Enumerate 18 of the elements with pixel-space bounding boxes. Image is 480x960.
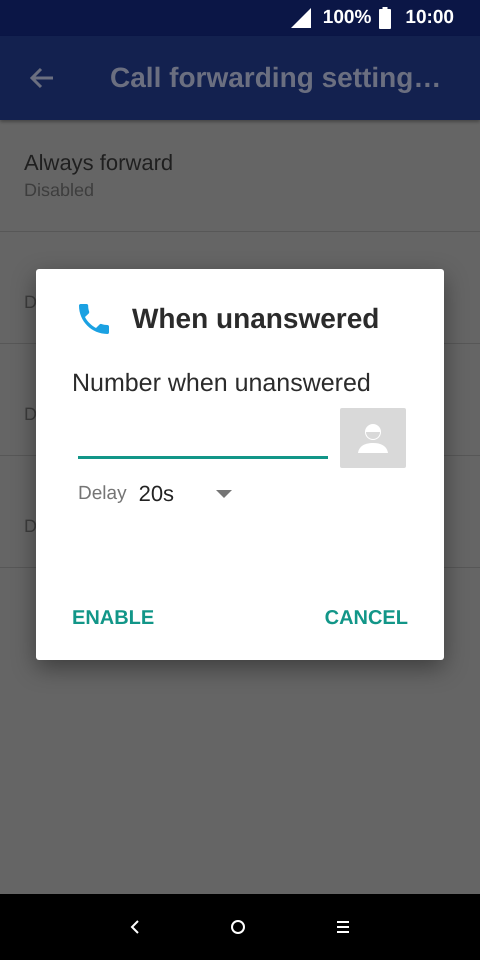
delay-dropdown[interactable]: 20s — [138, 481, 232, 507]
signal-icon — [290, 8, 311, 28]
dropdown-caret-icon — [216, 490, 232, 498]
back-icon[interactable] — [130, 920, 140, 934]
dialog-title: When unanswered — [132, 303, 380, 335]
battery-icon — [379, 7, 392, 29]
battery-percentage: 100% — [322, 7, 372, 29]
cancel-button[interactable]: CANCEL — [324, 603, 408, 634]
clock: 10:00 — [405, 7, 454, 29]
delay-label: Delay — [78, 483, 127, 505]
enable-button[interactable]: ENABLE — [72, 603, 154, 634]
menu-icon[interactable] — [336, 920, 350, 934]
screen-title: Call forwarding setting… — [110, 62, 442, 94]
back-arrow-icon[interactable] — [29, 66, 55, 90]
home-icon[interactable] — [230, 919, 246, 935]
field-label: Number when unanswered — [72, 369, 372, 398]
setting-title: Always forward — [24, 150, 174, 176]
person-icon — [356, 421, 390, 455]
